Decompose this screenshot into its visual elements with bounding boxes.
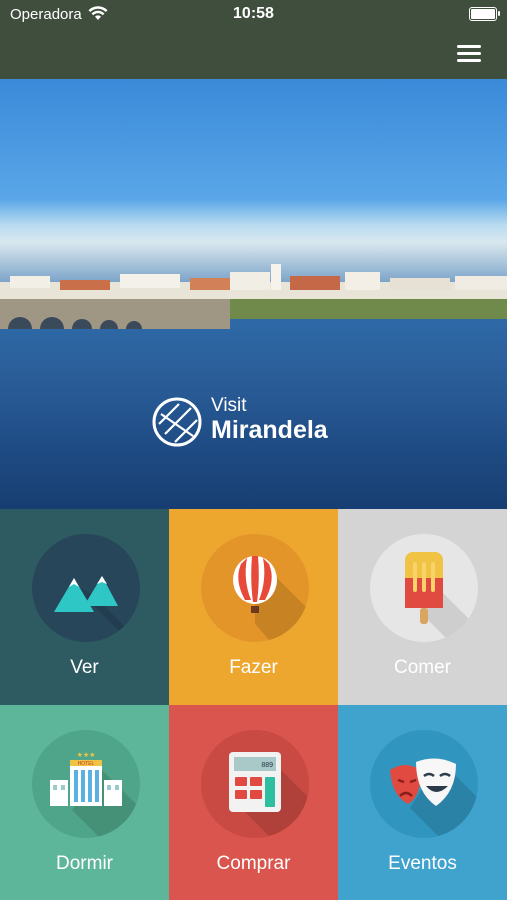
visit-mirandela-logo-icon — [152, 397, 202, 447]
clock: 10:58 — [233, 5, 274, 22]
status-bar: Operadora 10:58 — [0, 0, 507, 28]
theater-masks-icon — [370, 730, 478, 838]
tile-label: Eventos — [388, 853, 457, 874]
tile-ver[interactable]: Ver — [0, 509, 169, 705]
hamburger-menu-icon[interactable] — [457, 43, 481, 63]
tile-dormir[interactable]: HOTEL ★★★ Dormir — [0, 705, 169, 900]
svg-text:HOTEL: HOTEL — [78, 761, 95, 767]
svg-text:889: 889 — [261, 762, 273, 769]
tile-label: Comprar — [216, 853, 291, 874]
hero-banner: Visit Mirandela — [0, 79, 507, 509]
brand-line2: Mirandela — [211, 416, 328, 444]
tile-comer[interactable]: Comer — [338, 509, 507, 705]
nav-bar — [0, 28, 507, 79]
tile-label: Comer — [393, 657, 451, 678]
battery-icon — [469, 7, 500, 21]
hot-air-balloon-icon — [201, 534, 309, 642]
bridge — [0, 299, 507, 329]
tile-eventos[interactable]: Eventos — [338, 705, 507, 900]
svg-text:★★★: ★★★ — [77, 751, 96, 759]
hotel-icon: HOTEL ★★★ — [32, 730, 140, 838]
popsicle-icon — [370, 534, 478, 642]
town-skyline — [0, 264, 507, 304]
tile-label: Fazer — [229, 657, 278, 678]
tile-comprar[interactable]: 889 Comprar — [169, 705, 338, 900]
brand-line1: Visit — [211, 395, 247, 416]
calculator-icon: 889 — [201, 730, 309, 838]
hero-brand: Visit Mirandela — [211, 395, 328, 445]
tile-fazer[interactable]: Fazer — [169, 509, 338, 705]
tile-label: Ver — [70, 657, 99, 678]
tile-label: Dormir — [56, 853, 113, 874]
mountains-icon — [32, 534, 140, 642]
